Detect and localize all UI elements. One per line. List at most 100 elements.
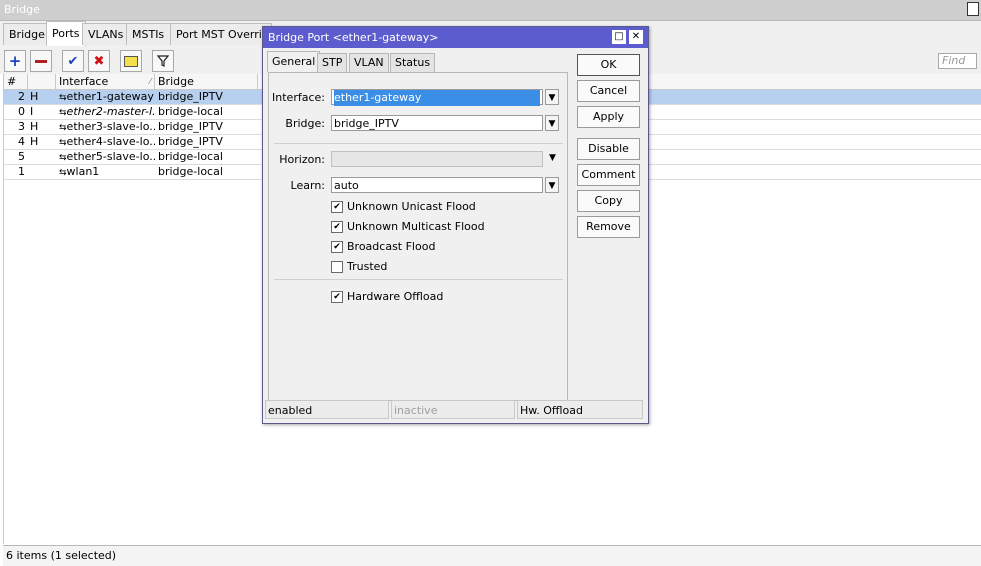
column-header-interface[interactable]: Interface ⁄ xyxy=(56,74,155,90)
hardware-offload-label: Hardware Offload xyxy=(347,290,444,303)
dialog-tab-status[interactable]: Status xyxy=(390,53,436,73)
filter-button[interactable] xyxy=(152,50,174,72)
bridge-value: bridge_IPTV xyxy=(334,117,399,130)
column-header-bridge[interactable]: Bridge xyxy=(155,74,258,90)
disable-button[interactable]: Disable xyxy=(577,138,640,160)
tab-ports[interactable]: Ports xyxy=(46,21,86,46)
row-bridge: bridge-local xyxy=(158,105,223,118)
enabled-status: enabled xyxy=(265,400,389,419)
horizon-input[interactable] xyxy=(331,151,543,167)
learn-select[interactable]: auto xyxy=(331,177,543,193)
find-input[interactable]: Find xyxy=(938,53,977,69)
trusted-label: Trusted xyxy=(347,260,388,273)
close-icon[interactable]: ✕ xyxy=(629,30,643,44)
unknown-multicast-flood-label: Unknown Multicast Flood xyxy=(347,220,485,233)
row-number: 5 xyxy=(18,150,25,163)
interface-value: ether1-gateway xyxy=(334,90,540,106)
ok-button[interactable]: OK xyxy=(577,54,640,76)
checkbox-icon: ✔ xyxy=(331,201,343,213)
column-header-flags[interactable] xyxy=(28,74,56,90)
remove-button[interactable]: Remove xyxy=(577,216,640,238)
dialog-tab-general[interactable]: General xyxy=(267,51,321,72)
trusted-checkbox[interactable]: Trusted xyxy=(331,260,387,274)
row-interface: ⇆ether2-master-l... xyxy=(59,105,155,119)
maximize-icon[interactable] xyxy=(967,2,979,16)
bridge-port-dialog: Bridge Port <ether1-gateway> □ ✕ General… xyxy=(262,26,649,424)
plus-icon: + xyxy=(8,52,22,70)
window-titlebar: Bridge xyxy=(0,0,981,21)
bridge-dropdown-icon[interactable]: ▼ xyxy=(545,115,559,131)
dialog-tab-stp[interactable]: STP xyxy=(317,53,348,73)
hardware-offload-checkbox[interactable]: ✔ Hardware Offload xyxy=(331,290,443,304)
general-panel: Interface: ether1-gateway ▼ Bridge: brid… xyxy=(268,72,568,401)
row-interface-name: ether3-slave-lo... xyxy=(66,120,155,133)
interface-icon: ⇆ xyxy=(59,153,66,163)
row-interface-name: wlan1 xyxy=(66,165,100,178)
learn-value: auto xyxy=(334,179,359,192)
interface-icon: ⇆ xyxy=(59,138,66,148)
bridge-select[interactable]: bridge_IPTV xyxy=(331,115,543,131)
horizon-dropdown-icon[interactable]: ▼ xyxy=(549,153,556,163)
row-bridge: bridge_IPTV xyxy=(158,90,223,103)
unknown-multicast-flood-checkbox[interactable]: ✔ Unknown Multicast Flood xyxy=(331,220,485,234)
enable-button[interactable]: ✔ xyxy=(62,50,84,72)
row-number: 1 xyxy=(18,165,25,178)
tab-mstis[interactable]: MSTIs xyxy=(126,23,174,45)
interface-select[interactable]: ether1-gateway xyxy=(331,89,543,106)
minus-icon xyxy=(35,59,47,63)
dialog-tab-vlan[interactable]: VLAN xyxy=(349,53,389,73)
broadcast-flood-label: Broadcast Flood xyxy=(347,240,436,253)
row-number: 3 xyxy=(18,120,25,133)
row-flag: I xyxy=(30,105,34,118)
row-interface: ⇆ether3-slave-lo... xyxy=(59,120,155,134)
copy-button[interactable]: Copy xyxy=(577,190,640,212)
interface-dropdown-icon[interactable]: ▼ xyxy=(545,89,559,105)
maximize-icon[interactable]: □ xyxy=(612,30,626,44)
row-interface: ⇆wlan1 xyxy=(59,165,155,179)
row-interface: ⇆ether5-slave-lo... xyxy=(59,150,155,164)
interface-icon: ⇆ xyxy=(59,123,66,133)
disable-button[interactable]: ✖ xyxy=(88,50,110,72)
activity-status: inactive xyxy=(391,400,515,419)
tab-bridge[interactable]: Bridge xyxy=(3,23,50,45)
window-title: Bridge xyxy=(4,3,40,16)
comment-button[interactable] xyxy=(120,50,142,72)
column-header-num[interactable]: # xyxy=(4,74,28,90)
unknown-unicast-flood-checkbox[interactable]: ✔ Unknown Unicast Flood xyxy=(331,200,476,214)
remove-button[interactable] xyxy=(30,50,52,72)
row-bridge: bridge_IPTV xyxy=(158,120,223,133)
row-flag xyxy=(30,150,54,164)
interface-label: Interface: xyxy=(272,91,325,104)
row-interface-name: ether5-slave-lo... xyxy=(66,150,155,163)
row-number: 0 xyxy=(18,105,25,118)
column-header-interface-label: Interface xyxy=(59,75,109,88)
dialog-titlebar: Bridge Port <ether1-gateway> □ ✕ xyxy=(263,27,648,48)
comment-button[interactable]: Comment xyxy=(577,164,640,186)
broadcast-flood-checkbox[interactable]: ✔ Broadcast Flood xyxy=(331,240,435,254)
cross-icon: ✖ xyxy=(93,53,105,69)
cancel-button[interactable]: Cancel xyxy=(577,80,640,102)
row-flag: H xyxy=(30,135,39,148)
unknown-unicast-flood-label: Unknown Unicast Flood xyxy=(347,200,476,213)
row-interface: ⇆ether1-gateway xyxy=(59,90,155,104)
row-interface-name: ether4-slave-lo... xyxy=(66,135,155,148)
separator xyxy=(274,143,563,144)
row-number: 2 xyxy=(18,90,25,103)
tab-vlans[interactable]: VLANs xyxy=(82,23,130,45)
hw-offload-status: Hw. Offload xyxy=(517,400,643,419)
separator xyxy=(274,279,563,280)
add-button[interactable]: + xyxy=(4,50,26,72)
apply-button[interactable]: Apply xyxy=(577,106,640,128)
checkbox-icon: ✔ xyxy=(331,221,343,233)
tab-port-mst-overrides[interactable]: Port MST Overrides xyxy=(170,23,272,45)
horizon-label: Horizon: xyxy=(279,153,325,166)
learn-dropdown-icon[interactable]: ▼ xyxy=(545,177,559,193)
row-interface-name: ether2-master-l... xyxy=(66,105,155,118)
interface-icon: ⇆ xyxy=(59,93,66,103)
row-flag xyxy=(30,165,54,179)
row-bridge: bridge_IPTV xyxy=(158,135,223,148)
checkbox-icon: ✔ xyxy=(331,291,343,303)
bridge-label: Bridge: xyxy=(285,117,325,130)
filter-icon xyxy=(157,55,169,67)
row-interface-name: ether1-gateway xyxy=(66,90,154,103)
